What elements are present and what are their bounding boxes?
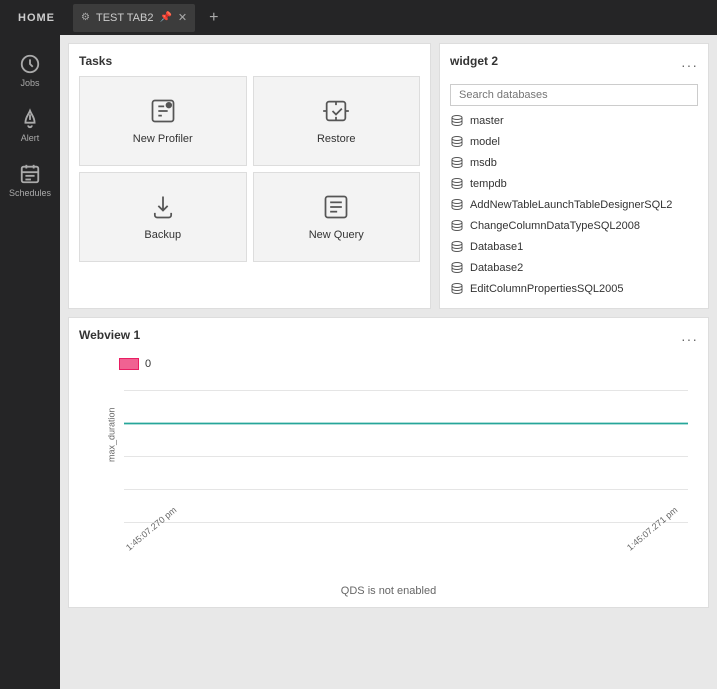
tasks-title: Tasks: [79, 54, 420, 68]
sidebar-item-schedules[interactable]: Schedules: [0, 155, 60, 206]
webview-title: Webview 1: [79, 328, 140, 342]
widget2-title: widget 2: [450, 54, 498, 68]
database-list-item[interactable]: AddNewTableLaunchTableDesignerSQL2: [450, 196, 698, 214]
database-icon: [450, 261, 464, 275]
sidebar: Jobs Alert Schedules: [0, 35, 60, 689]
backup-icon: [149, 193, 177, 221]
widget2: widget 2 ··· master model: [439, 43, 709, 309]
database-icon: [450, 135, 464, 149]
database-list-item[interactable]: ChangeColumnDataTypeSQL2008: [450, 217, 698, 235]
chart-svg: 1.0 0.5 0.0 -0.5 -1.0: [124, 374, 688, 539]
profiler-icon: [149, 97, 177, 125]
sidebar-item-alert[interactable]: Alert: [0, 100, 60, 151]
sidebar-alert-label: Alert: [21, 133, 40, 143]
jobs-icon: [19, 53, 41, 75]
database-search-input[interactable]: [450, 84, 698, 106]
widget2-header: widget 2 ···: [450, 54, 698, 76]
x-axis-labels: 1:45:07.270 pm 1:45:07.271 pm: [79, 539, 698, 555]
database-icon: [450, 177, 464, 191]
query-icon: [322, 193, 350, 221]
tasks-grid: New Profiler Restore: [79, 76, 420, 262]
database-list-item[interactable]: EditColumnPropertiesSQL2005: [450, 280, 698, 298]
database-icon: [450, 219, 464, 233]
main-layout: Jobs Alert Schedules: [0, 35, 717, 689]
tasks-widget: Tasks New Profiler: [68, 43, 431, 309]
tab-settings-icon: ⚙: [81, 12, 90, 23]
y-axis-label: max_duration: [106, 407, 116, 462]
widget2-more-button[interactable]: ···: [681, 57, 698, 73]
tab-pin-icon: 📌: [159, 12, 171, 23]
add-tab-button[interactable]: +: [205, 9, 222, 27]
database-list-item[interactable]: Database2: [450, 259, 698, 277]
webview-more-button[interactable]: ···: [681, 331, 698, 347]
database-list-item[interactable]: tempdb: [450, 175, 698, 193]
task-restore[interactable]: Restore: [253, 76, 421, 166]
webview-header: Webview 1 ···: [79, 328, 698, 350]
sidebar-schedules-label: Schedules: [9, 188, 51, 198]
database-icon: [450, 240, 464, 254]
top-bar: HOME ⚙ TEST TAB2 📌 ✕ +: [0, 0, 717, 35]
task-new-profiler-label: New Profiler: [133, 133, 193, 145]
restore-icon: [322, 97, 350, 125]
database-list-item[interactable]: model: [450, 133, 698, 151]
schedules-icon: [19, 163, 41, 185]
tab-label: TEST TAB2: [96, 12, 153, 24]
chart-wrapper: max_duration 1.0 0.5 0.0 -0.5 -1.0: [79, 374, 698, 597]
chart-footer: QDS is not enabled: [79, 585, 698, 597]
content-area: Tasks New Profiler: [60, 35, 717, 689]
chart-container: max_duration 1.0 0.5 0.0 -0.5 -1.0: [124, 374, 688, 539]
sidebar-item-jobs[interactable]: Jobs: [0, 45, 60, 96]
database-icon: [450, 156, 464, 170]
database-list-item[interactable]: Database1: [450, 238, 698, 256]
sidebar-jobs-label: Jobs: [20, 78, 39, 88]
active-tab[interactable]: ⚙ TEST TAB2 📌 ✕: [73, 4, 195, 32]
task-backup[interactable]: Backup: [79, 172, 247, 262]
webview-widget: Webview 1 ··· 0 max_duration: [68, 317, 709, 608]
database-icon: [450, 114, 464, 128]
legend-label: 0: [145, 358, 151, 370]
task-backup-label: Backup: [144, 229, 181, 241]
task-new-query-label: New Query: [309, 229, 364, 241]
database-icon: [450, 198, 464, 212]
top-row: Tasks New Profiler: [68, 43, 709, 309]
task-restore-label: Restore: [317, 133, 356, 145]
tab-close-button[interactable]: ✕: [178, 11, 187, 24]
legend-color-box: [119, 358, 139, 370]
task-new-profiler[interactable]: New Profiler: [79, 76, 247, 166]
database-list: master model msdb tempdb: [450, 112, 698, 298]
task-new-query[interactable]: New Query: [253, 172, 421, 262]
database-list-item[interactable]: msdb: [450, 154, 698, 172]
chart-legend: 0: [79, 358, 698, 370]
home-label: HOME: [10, 12, 63, 24]
database-list-item[interactable]: master: [450, 112, 698, 130]
alert-icon: [19, 108, 41, 130]
database-icon: [450, 282, 464, 296]
